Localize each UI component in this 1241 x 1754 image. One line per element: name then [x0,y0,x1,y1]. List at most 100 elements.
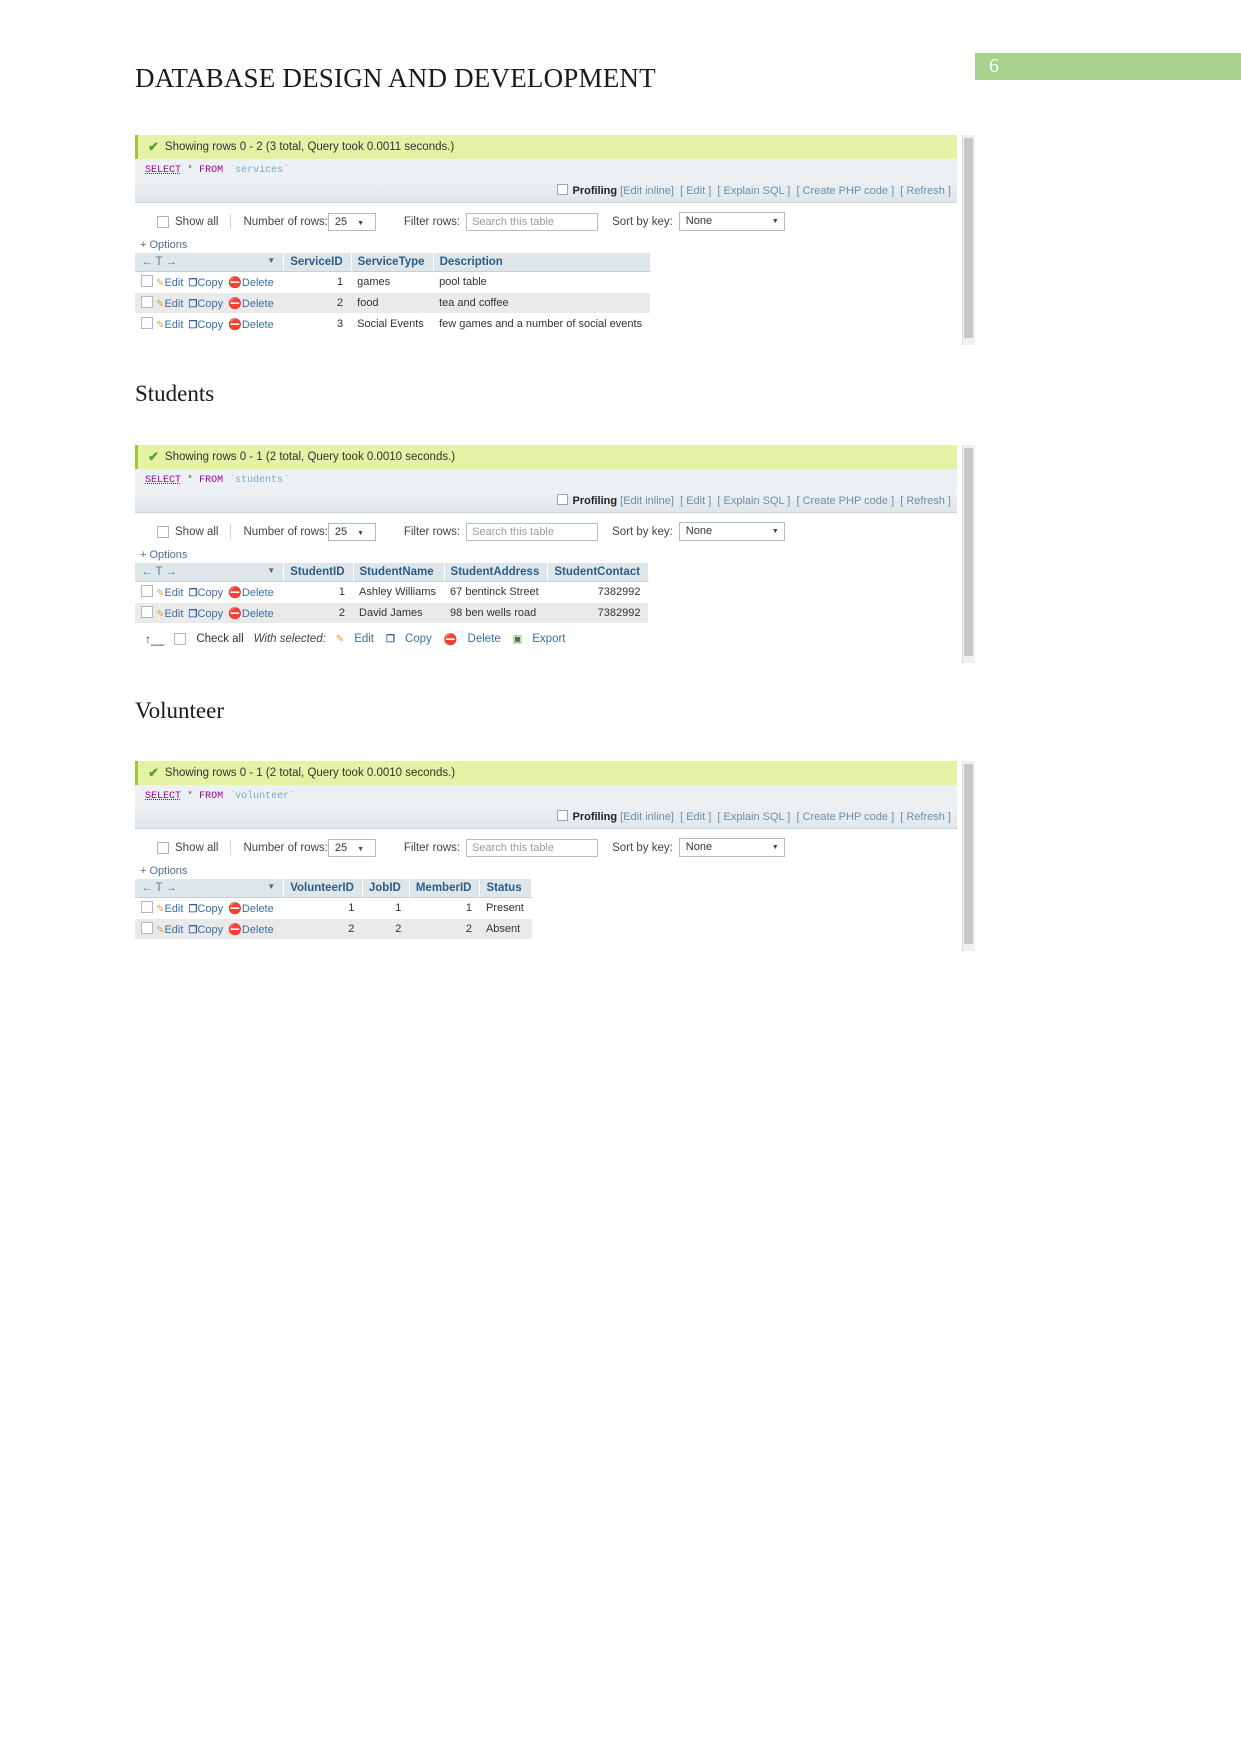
cell-1-2: tea and coffee [433,292,651,314]
sort-by-key-select[interactable]: None ▼ [678,838,785,857]
delete-action[interactable]: Delete [242,277,274,289]
create-php-code-link[interactable]: [ Create PHP code ] [797,495,895,507]
screenshot-scrollbar[interactable] [962,761,975,951]
explain-sql-link[interactable]: [ Explain SQL ] [717,495,790,507]
cell-0-3: Present [479,897,532,919]
copy-action[interactable]: Copy [197,587,223,599]
nav-arrows-icon: ← T → [141,882,177,894]
edit-action[interactable]: Edit [164,608,183,620]
options-toggle-link[interactable]: + Options [135,865,957,879]
screenshot-scrollbar[interactable] [962,135,975,345]
filter-rows-input[interactable]: Search this table [466,838,599,857]
copy-action[interactable]: Copy [197,608,223,620]
column-header-0[interactable]: ServiceID [283,253,352,272]
filter-rows-label: Filter rows: [403,215,461,228]
filter-rows-input[interactable]: Search this table [466,212,599,231]
sort-by-key-select[interactable]: None ▼ [678,212,785,231]
row-select-checkbox[interactable] [141,585,153,597]
delete-action[interactable]: Delete [242,319,274,331]
footer-copy-action[interactable]: Copy [405,633,432,645]
row-select-checkbox[interactable] [141,606,153,618]
row-select-checkbox[interactable] [141,922,153,934]
copy-action[interactable]: Copy [197,903,223,915]
copy-action[interactable]: Copy [197,319,223,331]
delete-action[interactable]: Delete [242,924,274,936]
edit-action[interactable]: Edit [164,277,183,289]
edit-inline-link[interactable]: [Edit inline] [620,185,674,197]
edit-action[interactable]: Edit [164,587,183,599]
column-header-2[interactable]: MemberID [409,879,481,898]
footer-export-action[interactable]: Export [532,633,565,645]
scrollbar-thumb[interactable] [964,764,973,944]
check-all-checkbox[interactable] [174,633,187,645]
cell-0-2: 67 bentinck Street [444,581,548,603]
number-of-rows-select[interactable]: 25 ▼ [327,838,376,857]
cell-0-0: 1 [283,581,354,603]
row-actions-cell: ✎Edit ❐Copy ⛔Delete [135,292,284,314]
column-header-1[interactable]: JobID [362,879,410,898]
edit-link[interactable]: [ Edit ] [680,185,711,197]
copy-action[interactable]: Copy [197,277,223,289]
create-php-code-link[interactable]: [ Create PHP code ] [797,185,895,197]
row-select-checkbox[interactable] [141,296,153,308]
options-toggle-link[interactable]: + Options [135,549,957,563]
edit-action[interactable]: Edit [164,319,183,331]
row-select-checkbox[interactable] [141,275,153,287]
sql-keyword-from: FROM [199,791,224,802]
copy-action[interactable]: Copy [197,298,223,310]
profiling-checkbox[interactable] [557,494,569,505]
column-header-3[interactable]: Status [479,879,533,898]
footer-delete-action[interactable]: Delete [468,633,501,645]
profiling-checkbox[interactable] [557,810,569,821]
edit-action[interactable]: Edit [164,903,183,915]
check-all-label: Check all [196,633,244,645]
delete-icon: ⛔ [443,633,458,646]
arrow-up-icon: ↑__ [145,632,165,646]
refresh-link[interactable]: [ Refresh ] [900,495,951,507]
column-header-0[interactable]: StudentID [283,563,354,582]
row-select-checkbox[interactable] [141,317,153,329]
number-of-rows-select[interactable]: 25 ▼ [327,212,376,231]
query-status-banner: ✔ Showing rows 0 - 1 (2 total, Query too… [135,761,957,785]
delete-action[interactable]: Delete [242,587,274,599]
footer-edit-action[interactable]: Edit [354,633,374,645]
edit-action[interactable]: Edit [164,298,183,310]
sql-table-name: `services` [229,165,290,176]
column-header-0[interactable]: VolunteerID [283,879,363,898]
screenshot-scrollbar[interactable] [962,445,975,663]
delete-action[interactable]: Delete [242,608,274,620]
column-header-1[interactable]: StudentName [353,563,445,582]
delete-action[interactable]: Delete [242,298,274,310]
edit-inline-link[interactable]: [Edit inline] [620,811,674,823]
edit-link[interactable]: [ Edit ] [680,495,711,507]
column-header-2[interactable]: Description [433,253,651,272]
number-of-rows-value: 25 [334,215,348,228]
refresh-link[interactable]: [ Refresh ] [900,185,951,197]
scrollbar-thumb[interactable] [964,448,973,656]
show-all-checkbox[interactable] [157,841,169,854]
edit-inline-link[interactable]: [Edit inline] [620,495,674,507]
copy-action[interactable]: Copy [197,924,223,936]
show-all-checkbox[interactable] [157,215,169,228]
row-select-checkbox[interactable] [141,901,153,913]
edit-link[interactable]: [ Edit ] [680,811,711,823]
delete-icon: ⛔ [228,608,242,620]
scrollbar-thumb[interactable] [964,138,973,338]
column-header-3[interactable]: StudentContact [547,563,649,582]
create-php-code-link[interactable]: [ Create PHP code ] [797,811,895,823]
filter-rows-input[interactable]: Search this table [466,522,599,541]
explain-sql-link[interactable]: [ Explain SQL ] [717,185,790,197]
profiling-checkbox[interactable] [557,184,569,195]
sort-by-key-select[interactable]: None ▼ [678,522,785,541]
options-toggle-link[interactable]: + Options [135,239,957,253]
number-of-rows-select[interactable]: 25 ▼ [327,522,376,541]
column-header-2[interactable]: StudentAddress [444,563,549,582]
explain-sql-link[interactable]: [ Explain SQL ] [717,811,790,823]
refresh-link[interactable]: [ Refresh ] [900,811,951,823]
show-all-checkbox[interactable] [157,525,169,538]
edit-action[interactable]: Edit [164,924,183,936]
column-header-1[interactable]: ServiceType [351,253,434,272]
row-actions-cell: ✎Edit ❐Copy ⛔Delete [135,581,284,603]
delete-action[interactable]: Delete [242,903,274,915]
show-all-label: Show all [175,525,219,538]
